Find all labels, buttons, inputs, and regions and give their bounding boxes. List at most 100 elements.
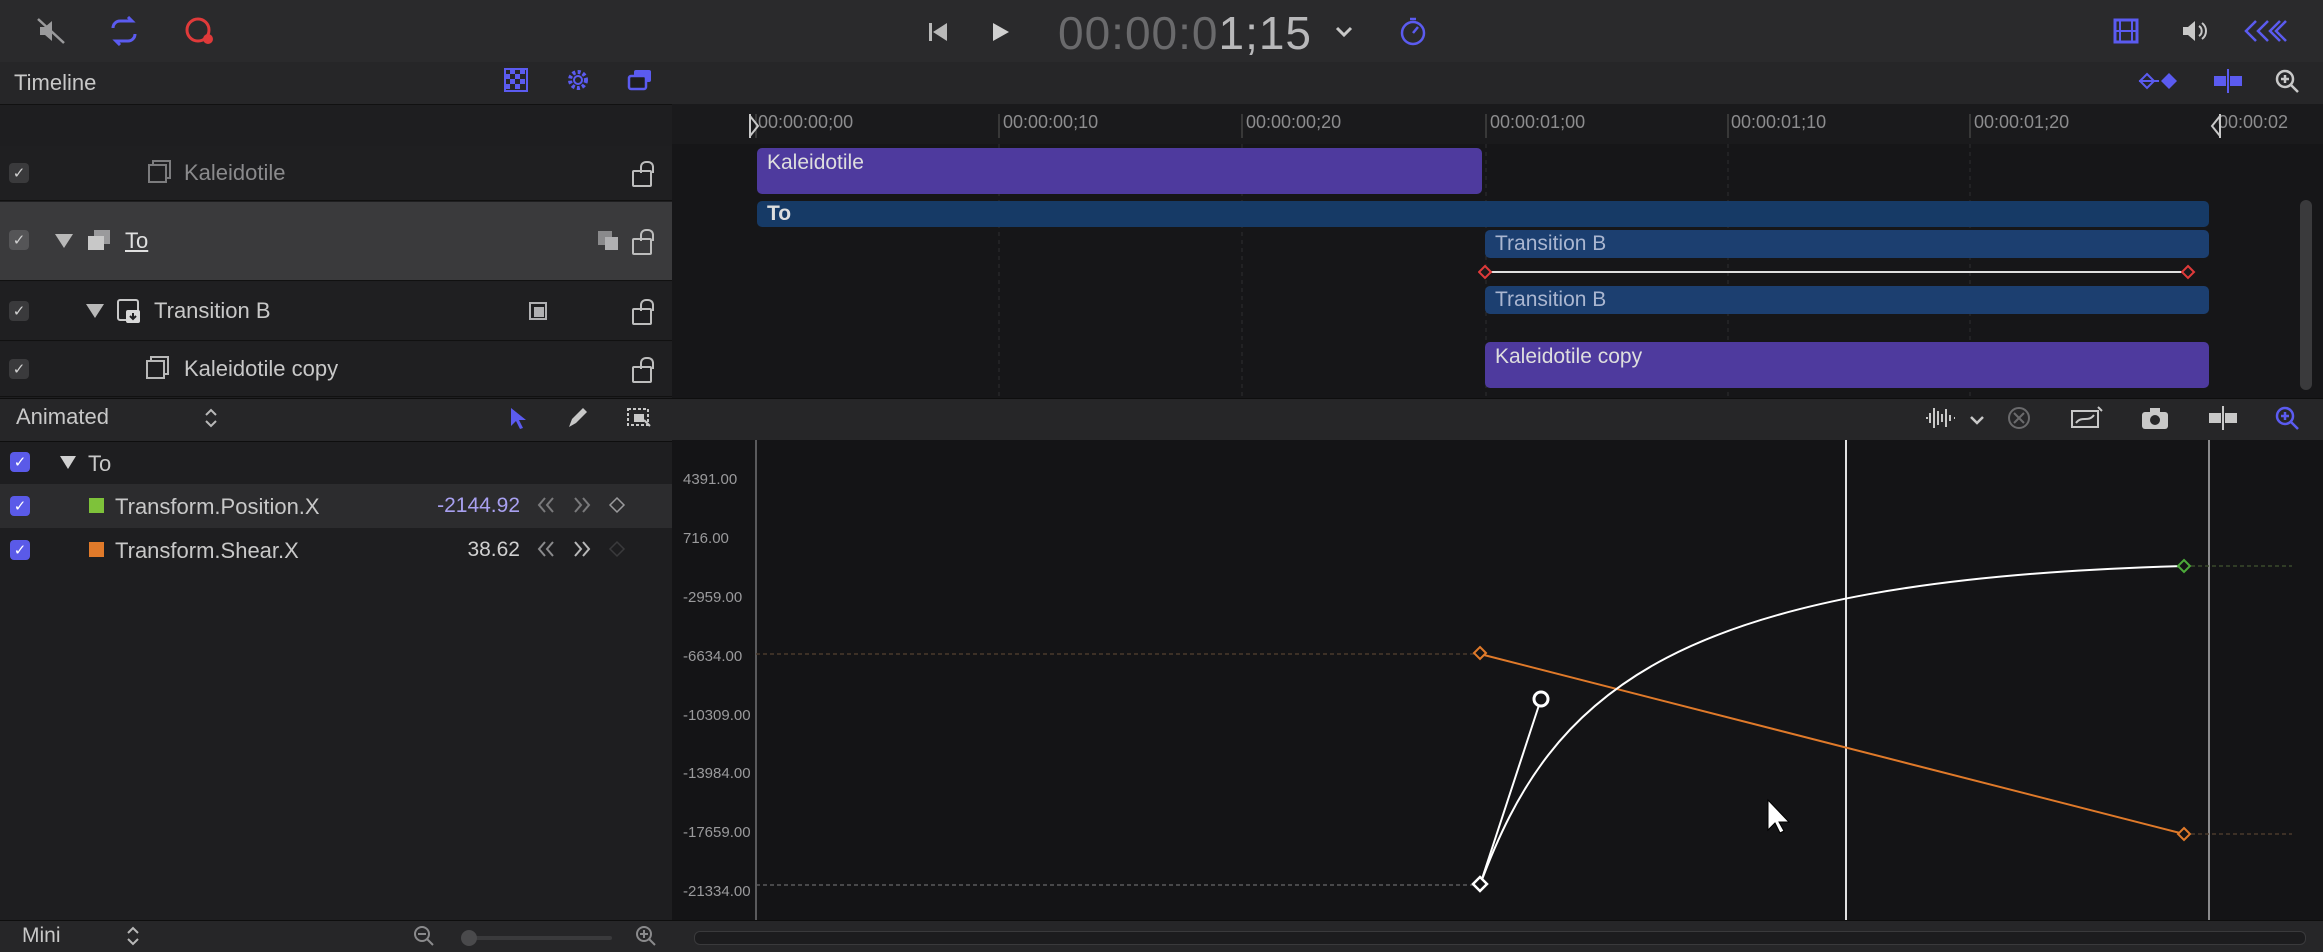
filmstrip-icon[interactable] xyxy=(2110,16,2142,46)
gear-icon[interactable] xyxy=(562,66,594,94)
shear-curve xyxy=(1479,653,2185,835)
speaker-icon[interactable] xyxy=(2178,16,2212,46)
layer-checkbox[interactable]: ✓ xyxy=(9,230,29,250)
timecode-display[interactable]: 00:00:01;15 xyxy=(1058,6,1312,60)
zoom-slider-track[interactable] xyxy=(462,936,612,940)
layer-name: Kaleidotile xyxy=(184,160,286,185)
go-to-start-icon[interactable] xyxy=(924,18,952,46)
param-group-row[interactable]: ✓ To xyxy=(0,440,672,484)
zoom-icon[interactable] xyxy=(2272,403,2302,433)
layers-stack-icon[interactable] xyxy=(624,66,656,94)
add-keyframe-icon[interactable] xyxy=(606,538,628,560)
mouse-cursor-icon xyxy=(1767,798,1791,834)
snap-icon[interactable] xyxy=(2208,66,2248,96)
play-icon[interactable] xyxy=(986,18,1014,46)
chevron-down-icon[interactable] xyxy=(1332,22,1356,42)
zoom-mode-dropdown[interactable]: Mini xyxy=(22,924,61,948)
stopwatch-icon[interactable] xyxy=(1396,14,1430,48)
layer-row-selected[interactable]: ✓ To xyxy=(0,202,672,281)
param-color-swatch xyxy=(89,542,104,557)
pointer-tool-icon[interactable] xyxy=(504,404,530,432)
disclosure-triangle-icon[interactable] xyxy=(55,234,73,248)
rig-icon xyxy=(114,296,144,326)
layer-thumbnail-icon xyxy=(146,158,174,186)
snap-icon[interactable] xyxy=(2204,403,2242,433)
layer-checkbox[interactable]: ✓ xyxy=(9,359,29,379)
layer-checkbox[interactable]: ✓ xyxy=(9,301,29,321)
clip-transition-b[interactable]: Transition B xyxy=(1485,286,2209,314)
group-checkbox[interactable]: ✓ xyxy=(10,452,30,472)
updown-chevron-icon[interactable] xyxy=(200,404,222,432)
layer-name: Transition B xyxy=(154,298,271,323)
layer-thumbnail-icon xyxy=(144,354,172,382)
keyframe-point xyxy=(1471,875,1489,893)
position-curve xyxy=(1479,565,2185,886)
lock-icon[interactable] xyxy=(632,161,654,187)
record-icon[interactable] xyxy=(182,14,218,48)
mask-icon[interactable] xyxy=(524,298,552,326)
clip-kaleidotile[interactable]: Kaleidotile xyxy=(757,148,1482,194)
pen-tool-icon[interactable] xyxy=(564,404,592,432)
double-chevron-icon[interactable] xyxy=(2240,16,2290,46)
next-keyframe-icon[interactable] xyxy=(572,538,592,560)
clear-icon[interactable] xyxy=(2004,403,2034,433)
disclosure-triangle-icon[interactable] xyxy=(86,304,104,318)
updown-chevron-icon[interactable] xyxy=(124,924,142,948)
clip-to[interactable]: To xyxy=(757,201,2209,227)
zoom-icon[interactable] xyxy=(2272,66,2302,96)
timeline-toolbar xyxy=(672,62,2323,104)
layer-row[interactable]: ✓ Kaleidotile xyxy=(0,146,672,201)
param-value[interactable]: -2144.92 xyxy=(400,494,520,518)
zoom-slider-thumb[interactable] xyxy=(461,930,477,946)
keyframe-track[interactable] xyxy=(1478,262,2198,282)
keyframe-nav-icon[interactable] xyxy=(2136,68,2182,94)
group-name: To xyxy=(88,451,112,476)
keyframe-point xyxy=(2176,558,2192,574)
timeline-scrollbar[interactable] xyxy=(2300,200,2312,390)
disclosure-triangle-icon[interactable] xyxy=(60,456,76,469)
curve-fit-icon[interactable] xyxy=(2068,403,2106,433)
param-checkbox[interactable]: ✓ xyxy=(10,496,30,516)
graph-horizontal-scrollbar[interactable] xyxy=(694,931,2306,945)
chevron-down-icon[interactable] xyxy=(1966,410,1988,430)
checkerboard-icon[interactable] xyxy=(500,66,532,94)
zoom-out-icon[interactable] xyxy=(412,924,436,948)
filter-dropdown[interactable]: Animated xyxy=(16,404,109,430)
lock-icon[interactable] xyxy=(632,229,654,255)
param-name: Transform.Position.X xyxy=(115,494,320,519)
lock-icon[interactable] xyxy=(632,299,654,325)
layer-checkbox[interactable]: ✓ xyxy=(9,163,29,183)
param-color-swatch xyxy=(89,498,104,513)
layer-name: To xyxy=(125,228,149,253)
box-select-icon[interactable] xyxy=(624,404,654,432)
param-checkbox[interactable]: ✓ xyxy=(10,540,30,560)
add-keyframe-icon[interactable] xyxy=(606,494,628,516)
param-value[interactable]: 38.62 xyxy=(400,538,520,562)
layer-row[interactable]: ✓ Transition B xyxy=(0,282,672,341)
bezier-handle xyxy=(1532,690,1550,708)
param-row[interactable]: ✓ Transform.Shear.X 38.62 xyxy=(0,528,672,572)
prev-keyframe-icon[interactable] xyxy=(536,494,556,516)
layer-row[interactable]: ✓ Kaleidotile copy xyxy=(0,342,672,397)
speaker-muted-icon[interactable] xyxy=(34,14,68,48)
waveform-icon[interactable] xyxy=(1920,403,1960,433)
prev-keyframe-icon[interactable] xyxy=(536,538,556,560)
clip-transition-b[interactable]: Transition B xyxy=(1485,230,2209,258)
keyframe-point xyxy=(1472,645,1488,661)
timecode-dim: 00:00:0 xyxy=(1058,7,1219,59)
keyframe-point xyxy=(2176,826,2192,842)
mask-icon[interactable] xyxy=(594,226,622,254)
timecode-bright: 1;15 xyxy=(1218,7,1313,59)
param-row[interactable]: ✓ Transform.Position.X -2144.92 xyxy=(0,484,672,528)
loop-icon[interactable] xyxy=(106,14,142,48)
curve-canvas[interactable] xyxy=(672,440,2323,920)
next-keyframe-icon[interactable] xyxy=(572,494,592,516)
timeline-title: Timeline xyxy=(14,70,97,95)
lock-icon[interactable] xyxy=(632,357,654,383)
group-icon xyxy=(84,226,114,254)
layer-name: Kaleidotile copy xyxy=(184,356,339,381)
camera-icon[interactable] xyxy=(2138,403,2172,433)
zoom-in-icon[interactable] xyxy=(634,924,658,948)
param-name: Transform.Shear.X xyxy=(115,538,299,563)
clip-kaleidotile-copy[interactable]: Kaleidotile copy xyxy=(1485,342,2209,388)
